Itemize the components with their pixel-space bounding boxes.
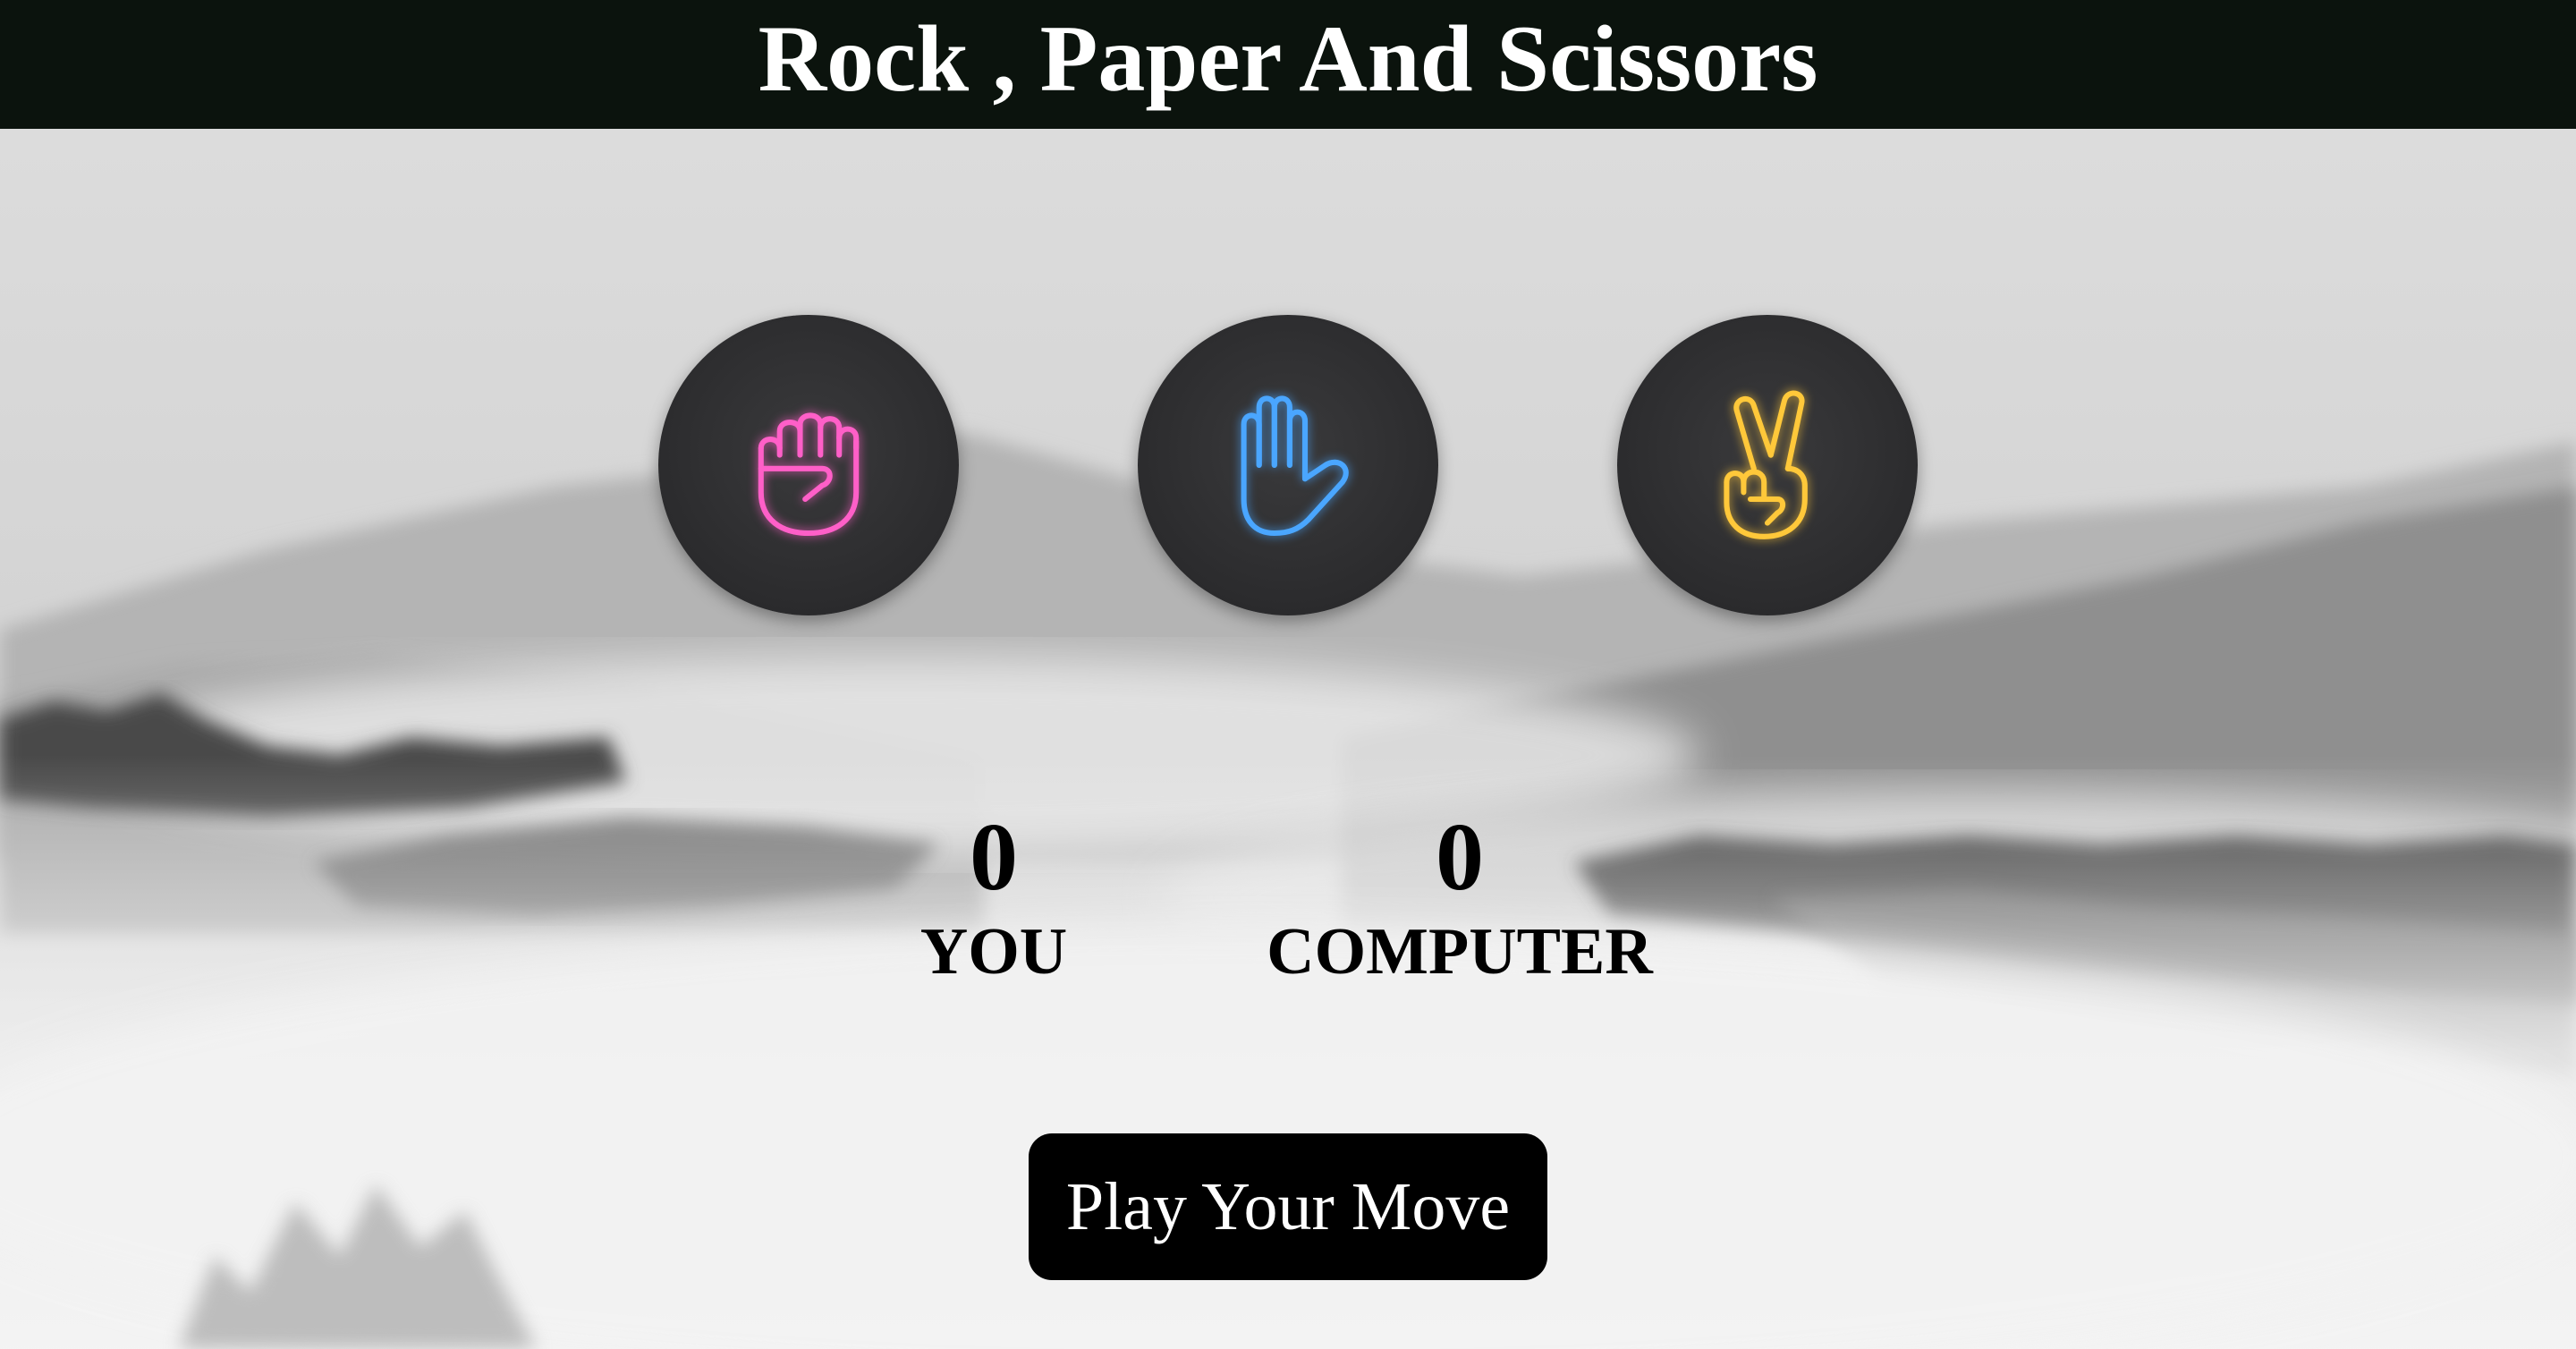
open-hand-icon	[1241, 395, 1349, 537]
user-score-label: YOU	[919, 915, 1068, 988]
user-score-value: 0	[970, 804, 1018, 911]
computer-score-value: 0	[1436, 804, 1484, 911]
play-your-move-button[interactable]: Play Your Move	[1029, 1133, 1547, 1280]
header-bar: Rock , Paper And Scissors	[0, 0, 2576, 129]
paper-choice-button[interactable]	[1138, 315, 1438, 615]
scissors-choice-button[interactable]	[1617, 315, 1918, 615]
page-title: Rock , Paper And Scissors	[758, 6, 1818, 111]
computer-score: 0 COMPUTER	[1254, 804, 1665, 988]
fist-icon	[758, 412, 860, 537]
rock-choice-button[interactable]	[658, 315, 959, 615]
computer-score-label: COMPUTER	[1267, 915, 1653, 988]
peace-hand-icon	[1724, 390, 1808, 539]
user-score: 0 YOU	[902, 804, 1086, 988]
